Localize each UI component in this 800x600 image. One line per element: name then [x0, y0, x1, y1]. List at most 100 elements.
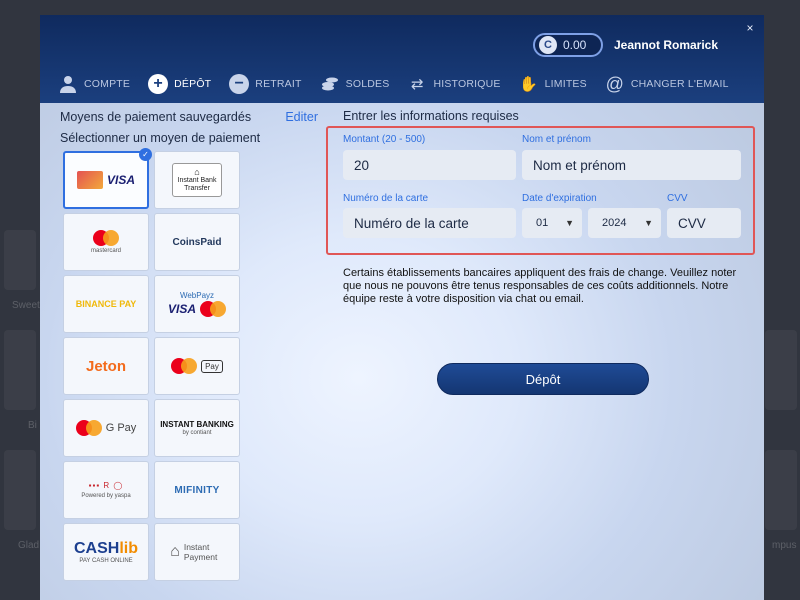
- tab-historique[interactable]: ⇄ HISTORIQUE: [407, 74, 500, 94]
- expiry-label: Date d'expiration: [522, 193, 597, 204]
- saved-methods-label: Moyens de paiement sauvegardés: [60, 110, 252, 124]
- bank-icon: ⌂: [170, 543, 180, 560]
- bank-logos-strip: ▪▪▪ R ◯: [88, 481, 124, 490]
- bank-transfer-icon: ⌂ Instant Bank Transfer: [172, 163, 222, 197]
- payment-methods-panel: Moyens de paiement sauvegardés Editer Sé…: [60, 109, 330, 581]
- coins-icon: [320, 74, 340, 94]
- tab-label: DÉPÔT: [174, 78, 212, 90]
- tab-retrait[interactable]: − RETRAIT: [229, 74, 301, 94]
- payment-method-instant-payment[interactable]: ⌂ Instant Payment: [154, 523, 240, 581]
- form-title: Entrer les informations requises: [343, 109, 519, 123]
- balance-value: 0.00: [563, 38, 587, 52]
- method-text: WebPayz: [179, 291, 215, 300]
- minus-circle-icon: −: [229, 74, 250, 94]
- method-text: Powered by yaspa: [81, 493, 131, 499]
- method-text: mastercard: [90, 248, 121, 254]
- cvv-label: CVV: [667, 193, 688, 204]
- tab-label: LIMITES: [544, 78, 587, 90]
- tab-limites[interactable]: ✋ LIMITES: [519, 74, 587, 94]
- expiry-month-value: 01: [536, 217, 549, 229]
- edit-link[interactable]: Editer: [285, 110, 318, 124]
- method-subtext: PAY CASH ONLINE: [79, 558, 133, 564]
- tab-compte[interactable]: COMPTE: [58, 74, 130, 94]
- tab-label: SOLDES: [345, 78, 390, 90]
- payment-method-instant-bank-transfer[interactable]: ⌂ Instant Bank Transfer: [154, 151, 240, 209]
- payment-method-google-pay[interactable]: G Pay: [63, 399, 149, 457]
- payment-method-coinspaid[interactable]: CoinsPaid: [154, 213, 240, 271]
- tab-changer-email[interactable]: @ CHANGER L'EMAIL: [605, 74, 729, 94]
- hand-icon: ✋: [519, 76, 539, 93]
- payment-method-instant-banking[interactable]: INSTANT BANKING by contiant: [154, 399, 240, 457]
- tab-label: RETRAIT: [255, 78, 302, 90]
- payment-method-jeton[interactable]: Jeton: [63, 337, 149, 395]
- amount-label: Montant (20 - 500): [343, 134, 426, 145]
- tab-label: HISTORIQUE: [433, 78, 501, 90]
- account-tabs: COMPTE + DÉPÔT − RETRAIT SOLDES ⇄ HISTOR…: [58, 73, 747, 95]
- tab-label: CHANGER L'EMAIL: [630, 78, 729, 90]
- instant-payment-logo: ⌂ Instant Payment: [170, 542, 224, 562]
- method-text: Jeton: [85, 357, 126, 375]
- user-name: Jeannot Romarick: [614, 38, 719, 52]
- payment-method-cashlib[interactable]: CASHlib PAY CASH ONLINE: [63, 523, 149, 581]
- exchange-fee-notice: Certains établissements bancaires appliq…: [343, 267, 737, 305]
- expiry-year-select[interactable]: 2024 ▼: [588, 208, 661, 238]
- close-icon[interactable]: ×: [744, 22, 756, 34]
- account-modal: × C 0.00 Jeannot Romarick COMPTE + DÉPÔT…: [40, 15, 764, 600]
- payment-method-grid: ✓ VISA ⌂ Instant Bank Transfer mastercar…: [63, 148, 240, 581]
- webpayz-logo: WebPayz VISA: [168, 291, 226, 317]
- jeton-logo: Jeton: [86, 358, 126, 375]
- saved-methods-row: Moyens de paiement sauvegardés Editer: [60, 109, 318, 125]
- expiry-month-select[interactable]: 01 ▼: [522, 208, 582, 238]
- mastercard-logo: mastercard: [91, 230, 121, 254]
- instant-banking-logo: INSTANT BANKING by contiant: [160, 420, 234, 436]
- method-text-suffix: lib: [119, 540, 138, 557]
- chevron-down-icon: ▼: [644, 218, 653, 228]
- name-label: Nom et prénom: [522, 134, 591, 145]
- cvv-input[interactable]: [667, 208, 741, 238]
- coinspaid-logo: CoinsPaid: [173, 237, 222, 248]
- payment-method-binance-pay[interactable]: BINANCE PAY: [63, 275, 149, 333]
- yaspa-logo: ▪▪▪ R ◯ Powered by yaspa: [81, 481, 130, 499]
- mastercard-icon: [92, 230, 119, 246]
- binance-logo: BINANCE PAY: [76, 299, 137, 309]
- payment-method-webpayz[interactable]: WebPayz VISA: [154, 275, 240, 333]
- method-text: CASH: [73, 540, 120, 557]
- at-icon: @: [605, 73, 625, 94]
- tab-depot[interactable]: + DÉPÔT: [148, 74, 211, 94]
- payment-method-yaspa[interactable]: ▪▪▪ R ◯ Powered by yaspa: [63, 461, 149, 519]
- payment-method-mifinity[interactable]: MIFINITY: [154, 461, 240, 519]
- plus-circle-icon: +: [148, 74, 169, 94]
- card-number-input[interactable]: [343, 208, 516, 238]
- method-text: Pay: [201, 359, 223, 373]
- bank-glyph: ⌂: [194, 167, 200, 177]
- method-text: MIFINITY: [174, 484, 220, 496]
- payment-method-mastercard[interactable]: mastercard: [63, 213, 149, 271]
- balance-pill[interactable]: C 0.00: [533, 33, 603, 57]
- card-icon: [76, 171, 103, 189]
- expiry-year-value: 2024: [602, 217, 627, 229]
- mifinity-logo: MIFINITY: [174, 485, 219, 496]
- method-text: BINANCE PAY: [75, 299, 137, 309]
- mastercard-icon: [200, 301, 226, 317]
- chevron-down-icon: ▼: [565, 218, 574, 228]
- method-text: Instant Payment: [183, 542, 218, 562]
- method-text: VISA: [106, 173, 135, 187]
- arrows-icon: ⇄: [411, 76, 424, 93]
- card-details-form: Montant (20 - 500) Nom et prénom Numéro …: [326, 126, 755, 255]
- user-icon: [58, 74, 78, 94]
- method-subtext: by contiant: [182, 430, 212, 436]
- method-text: CoinsPaid: [172, 236, 222, 248]
- visa-text: VISA: [167, 302, 196, 316]
- mastercard-icon: [171, 358, 198, 374]
- mastercard-icon: [75, 420, 102, 436]
- cashlib-logo: CASHlib PAY CASH ONLINE: [74, 540, 138, 564]
- payment-method-visa[interactable]: ✓ VISA: [63, 148, 152, 209]
- amount-input[interactable]: [343, 150, 516, 180]
- name-input[interactable]: [522, 150, 741, 180]
- payment-method-apple-pay[interactable]: Pay: [154, 337, 240, 395]
- cashlib-wordmark: CASHlib: [74, 540, 138, 558]
- deposit-button[interactable]: Dépôt: [437, 363, 649, 395]
- apple-pay-logo: Pay: [171, 358, 223, 374]
- visa-logo: VISA: [76, 171, 135, 189]
- tab-soldes[interactable]: SOLDES: [320, 74, 390, 94]
